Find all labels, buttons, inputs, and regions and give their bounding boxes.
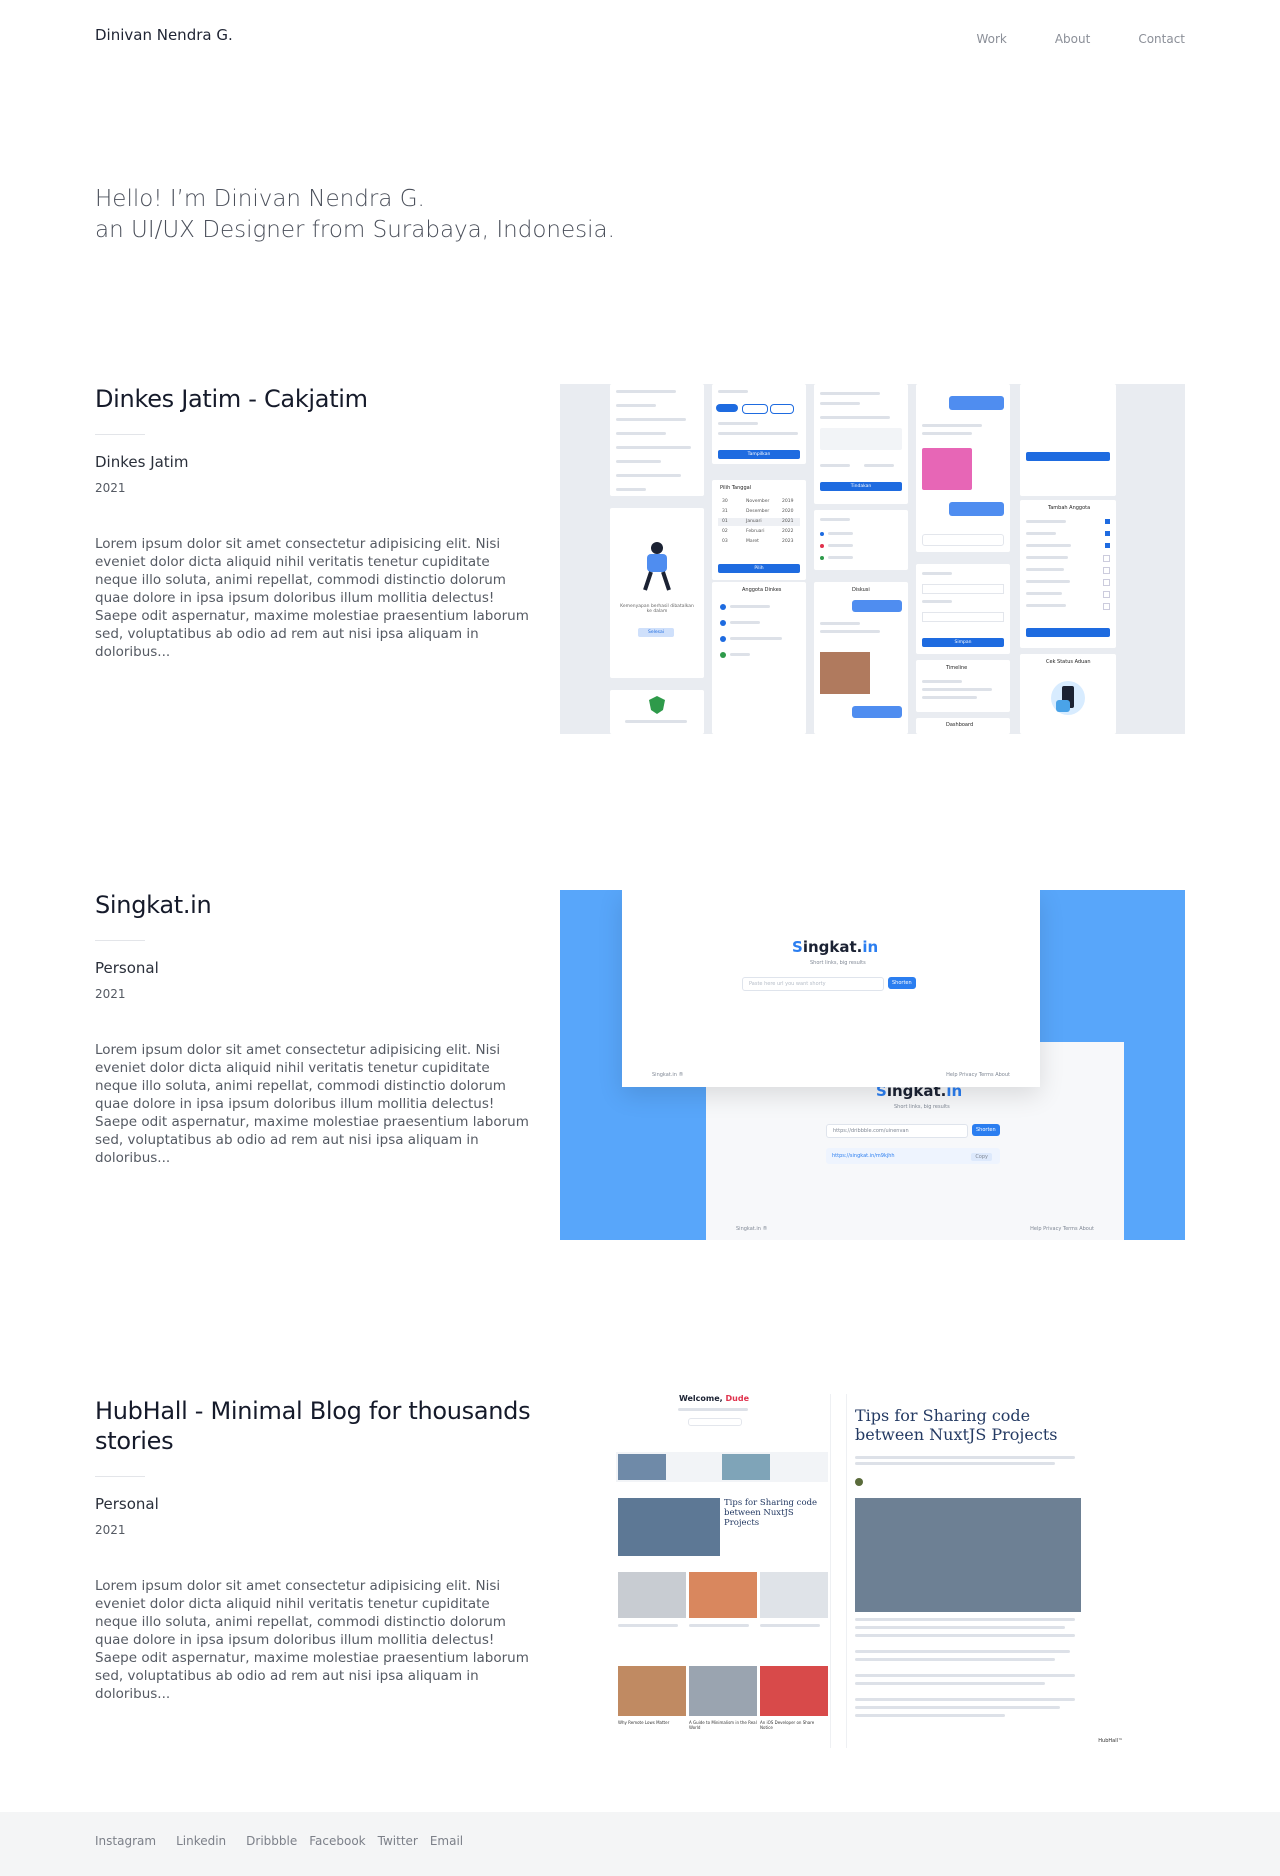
mock-form: Simpan bbox=[916, 564, 1010, 654]
project-dinkes-preview[interactable]: Kemenyapan berhasil dibatalkan ke dalam … bbox=[560, 384, 1185, 734]
mock-card: Tampilkan bbox=[712, 384, 806, 464]
project-year: 2021 bbox=[95, 1523, 126, 1537]
project-year: 2021 bbox=[95, 481, 126, 495]
person-phone-illustration-icon bbox=[1051, 681, 1085, 715]
mock-card bbox=[610, 690, 704, 734]
hero-intro: Hello! I’m Dinivan Nendra G. an UI/UX De… bbox=[95, 184, 615, 246]
project-client: Personal bbox=[95, 959, 159, 977]
project-title[interactable]: Dinkes Jatim - Cakjatim bbox=[95, 384, 535, 414]
nav-work[interactable]: Work bbox=[976, 32, 1006, 46]
mock-add-member: Tambah Anggota bbox=[1020, 500, 1116, 648]
mock-column: Tampilkan Pilih Tanggal 30 31 01 02 03 Novem… bbox=[712, 384, 806, 734]
project-client: Personal bbox=[95, 1495, 159, 1513]
project-hubhall-preview[interactable]: Welcome, Dude Tips for Sharing code betw… bbox=[598, 1394, 1148, 1748]
project-singkat-preview[interactable]: Singkat.in Short links, big results http… bbox=[560, 890, 1185, 1240]
mock-card bbox=[814, 510, 908, 570]
mock-home-page: Welcome, Dude Tips for Sharing code betw… bbox=[598, 1394, 831, 1748]
mock-column: Tambah Anggota Cek Status Aduan bbox=[1020, 384, 1116, 734]
mock-card bbox=[610, 384, 704, 496]
mock-column: Kemenyapan berhasil dibatalkan ke dalam … bbox=[610, 384, 704, 734]
mock-date-picker: Pilih Tanggal 30 31 01 02 03 November Desembe… bbox=[712, 480, 806, 580]
project-description: Lorem ipsum dolor sit amet consectetur a… bbox=[95, 1578, 529, 1702]
link-email[interactable]: Email bbox=[430, 1834, 463, 1848]
social-links: Instagram Linkedin Dribbble Facebook Twi… bbox=[95, 1834, 481, 1848]
mock-window-home: Singkat.in Short links, big results Past… bbox=[622, 890, 1040, 1087]
project-singkat: Singkat.in Personal 2021 Lorem ipsum dol… bbox=[95, 890, 535, 1167]
mock-show-button: Tampilkan bbox=[718, 450, 800, 459]
project-client: Dinkes Jatim bbox=[95, 453, 189, 471]
mock-card-empty-state: Kemenyapan berhasil dibatalkan ke dalam … bbox=[610, 508, 704, 678]
project-description: Lorem ipsum dolor sit amet consectetur a… bbox=[95, 1042, 529, 1166]
link-twitter[interactable]: Twitter bbox=[378, 1834, 418, 1848]
mock-chat: Diskusi bbox=[814, 582, 908, 734]
divider bbox=[95, 1476, 145, 1477]
divider bbox=[95, 434, 145, 435]
mock-article-page: Tips for Sharing code between NuxtJS Pro… bbox=[846, 1394, 1148, 1748]
project-year: 2021 bbox=[95, 987, 126, 1001]
nav-contact[interactable]: Contact bbox=[1138, 32, 1185, 46]
mock-card: Tindakan bbox=[814, 384, 908, 504]
site-header: Dinivan Nendra G. Work About Contact bbox=[95, 0, 1185, 80]
mock-dashboard-bar: Dashboard bbox=[916, 718, 1010, 734]
mock-member-list: Anggota Dinkes bbox=[712, 582, 806, 734]
site-footer: Instagram Linkedin Dribbble Facebook Twi… bbox=[0, 1812, 1280, 1876]
link-dribbble[interactable]: Dribbble bbox=[246, 1834, 297, 1848]
nav-about[interactable]: About bbox=[1055, 32, 1090, 46]
project-hubhall: HubHall - Minimal Blog for thousands sto… bbox=[95, 1396, 535, 1703]
mock-chat bbox=[916, 384, 1010, 552]
project-title[interactable]: Singkat.in bbox=[95, 890, 535, 920]
main-nav: Work About Contact bbox=[928, 32, 1185, 46]
hero-line-1: Hello! I’m Dinivan Nendra G. bbox=[95, 186, 425, 212]
hero-line-2: an UI/UX Designer from Surabaya, Indones… bbox=[95, 217, 615, 243]
link-linkedin[interactable]: Linkedin bbox=[176, 1834, 226, 1848]
project-description: Lorem ipsum dolor sit amet consectetur a… bbox=[95, 536, 529, 660]
link-instagram[interactable]: Instagram bbox=[95, 1834, 156, 1848]
project-dinkes: Dinkes Jatim - Cakjatim Dinkes Jatim 202… bbox=[95, 384, 535, 661]
link-facebook[interactable]: Facebook bbox=[309, 1834, 365, 1848]
mock-status-check: Cek Status Aduan bbox=[1020, 654, 1116, 734]
mock-timeline: Timeline bbox=[916, 660, 1010, 712]
mock-column: Tindakan Diskusi bbox=[814, 384, 908, 734]
shield-emblem-icon bbox=[649, 696, 665, 714]
divider bbox=[95, 940, 145, 941]
project-title[interactable]: HubHall - Minimal Blog for thousands sto… bbox=[95, 1396, 535, 1456]
brand-name[interactable]: Dinivan Nendra G. bbox=[95, 26, 233, 44]
mock-column: Simpan Timeline Dashboard bbox=[916, 384, 1010, 734]
mock-card bbox=[1020, 384, 1116, 496]
mock-done-button: Selesai bbox=[638, 628, 674, 637]
person-illustration-icon bbox=[643, 542, 671, 591]
